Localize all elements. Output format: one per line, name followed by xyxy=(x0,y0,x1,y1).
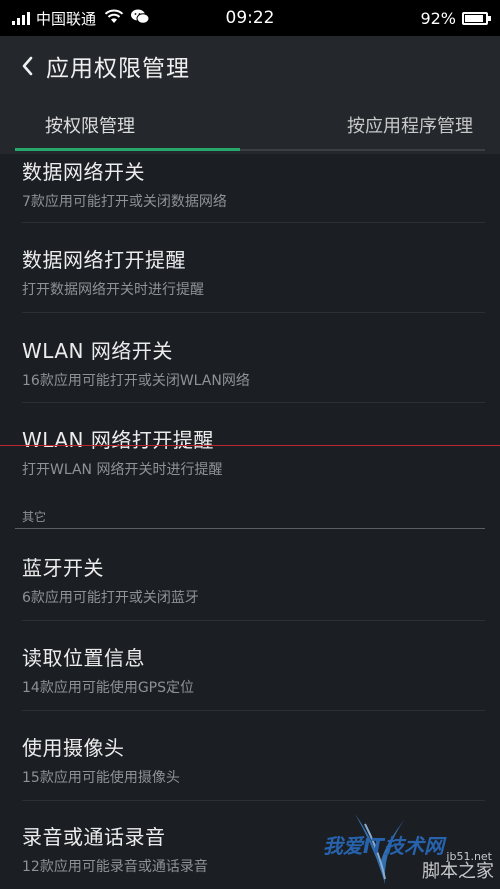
list-item-bluetooth[interactable]: 蓝牙开关 6款应用可能打开或关闭蓝牙 xyxy=(22,552,485,607)
section-header-other: 其它 xyxy=(22,510,47,524)
list-item-wlan-alert[interactable]: WLAN 网络打开提醒 打开WLAN 网络开关时进行提醒 xyxy=(22,424,485,479)
item-subtitle: 6款应用可能打开或关闭蓝牙 xyxy=(22,590,199,606)
annotation-red-line xyxy=(0,445,500,446)
section-divider xyxy=(15,528,485,529)
signal-icon xyxy=(12,11,30,25)
list-item-data-network-alert[interactable]: 数据网络打开提醒 打开数据网络开关时进行提醒 xyxy=(22,244,485,299)
item-subtitle: 打开数据网络开关时进行提醒 xyxy=(22,282,204,298)
tab-bar: 按权限管理 按应用程序管理 xyxy=(0,96,500,154)
item-subtitle: 7款应用可能打开或关闭数据网络 xyxy=(22,194,227,210)
status-bar: 中国联通 09:22 92% xyxy=(0,0,500,36)
item-title: WLAN 网络开关 xyxy=(22,339,173,363)
watermark: 我爱IT技术网 jb51.net 脚本之家 xyxy=(285,809,500,889)
permission-list[interactable]: 数据网络开关 7款应用可能打开或关闭数据网络 数据网络打开提醒 打开数据网络开关… xyxy=(0,154,500,889)
wechat-icon xyxy=(130,8,150,29)
list-item-camera[interactable]: 使用摄像头 15款应用可能使用摄像头 xyxy=(22,732,485,787)
divider xyxy=(22,222,485,223)
item-title: 数据网络打开提醒 xyxy=(22,248,186,272)
item-subtitle: 16款应用可能打开或关闭WLAN网络 xyxy=(22,373,250,389)
divider xyxy=(22,620,485,621)
divider xyxy=(22,402,485,403)
wifi-icon xyxy=(104,9,124,28)
battery-level xyxy=(465,14,484,22)
tab-by-app[interactable]: 按应用程序管理 xyxy=(347,112,473,138)
chevron-left-icon xyxy=(22,56,33,76)
item-subtitle: 15款应用可能使用摄像头 xyxy=(22,770,180,786)
back-button[interactable] xyxy=(12,46,42,86)
carrier-name: 中国联通 xyxy=(36,9,97,28)
battery-percent: 92% xyxy=(420,8,456,28)
watermark-text: 我爱IT技术网 xyxy=(322,834,444,858)
list-item-wlan-switch[interactable]: WLAN 网络开关 16款应用可能打开或关闭WLAN网络 xyxy=(22,335,485,390)
item-title: 读取位置信息 xyxy=(22,646,145,670)
battery-icon xyxy=(462,11,491,25)
tab-by-permission[interactable]: 按权限管理 xyxy=(45,112,135,138)
item-title: WLAN 网络打开提醒 xyxy=(22,428,214,452)
divider xyxy=(22,312,485,313)
item-subtitle: 打开WLAN 网络开关时进行提醒 xyxy=(22,462,223,478)
title-bar: 应用权限管理 xyxy=(0,36,500,96)
list-item-location[interactable]: 读取位置信息 14款应用可能使用GPS定位 xyxy=(22,642,485,697)
page-title: 应用权限管理 xyxy=(46,56,190,82)
divider xyxy=(22,800,485,801)
item-title: 数据网络开关 xyxy=(22,160,145,184)
list-item-data-network-switch[interactable]: 数据网络开关 7款应用可能打开或关闭数据网络 xyxy=(22,156,485,211)
divider xyxy=(22,710,485,711)
item-title: 使用摄像头 xyxy=(22,736,125,760)
watermark-site: 脚本之家 xyxy=(422,861,494,882)
item-title: 蓝牙开关 xyxy=(22,556,104,580)
tab-active-indicator xyxy=(15,148,240,151)
item-subtitle: 14款应用可能使用GPS定位 xyxy=(22,680,194,696)
